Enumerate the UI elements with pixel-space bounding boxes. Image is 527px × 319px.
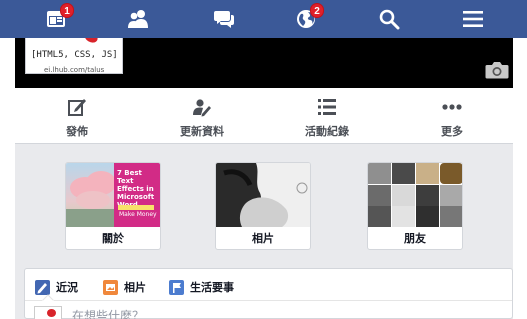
about-tile[interactable]: 7 Best Text Effects in Microsoft Word Ma… bbox=[65, 162, 161, 250]
book-cover-graphic: 7 Best Text Effects in Microsoft Word Ma… bbox=[114, 163, 160, 227]
composer-avatar bbox=[34, 306, 62, 319]
menu-button[interactable] bbox=[453, 3, 493, 35]
active-tab-caret bbox=[42, 294, 54, 301]
composer-divider bbox=[25, 300, 512, 301]
update-info-button[interactable]: 更新資料 bbox=[162, 88, 242, 144]
status-composer: 近況 相片 生活要事 在想些什麼？ bbox=[24, 268, 513, 319]
profile-page: [HTML5, CSS, JS] ei.lhub.com/talus 發佈 更新… bbox=[15, 38, 513, 319]
search-icon bbox=[379, 9, 400, 30]
book-note: Make Money bbox=[119, 211, 157, 218]
more-label: 更多 bbox=[441, 125, 463, 138]
activity-log-button[interactable]: 活動紀錄 bbox=[287, 88, 367, 144]
life-event-tab-label: 生活要事 bbox=[190, 281, 234, 294]
photo-tab-label: 相片 bbox=[124, 281, 146, 294]
profile-picture[interactable]: [HTML5, CSS, JS] ei.lhub.com/talus bbox=[25, 38, 123, 74]
photos-tile[interactable]: 相片 bbox=[215, 162, 311, 250]
profile-picture-graphic bbox=[82, 38, 100, 45]
flag-icon bbox=[169, 279, 184, 295]
publish-button[interactable]: 發佈 bbox=[37, 88, 117, 144]
friend-requests-button[interactable] bbox=[118, 3, 158, 35]
more-icon bbox=[442, 104, 462, 110]
messages-button[interactable] bbox=[204, 3, 244, 35]
news-feed-button[interactable]: 1 bbox=[36, 3, 76, 35]
photos-thumbnail bbox=[216, 163, 310, 227]
camera-icon[interactable] bbox=[485, 61, 509, 79]
photos-label: 相片 bbox=[252, 232, 274, 245]
about-thumbnail: 7 Best Text Effects in Microsoft Word Ma… bbox=[66, 163, 160, 227]
menu-icon bbox=[463, 11, 483, 27]
pencil-icon bbox=[35, 279, 50, 295]
friends-label: 朋友 bbox=[404, 232, 426, 245]
life-event-tab[interactable]: 生活要事 bbox=[169, 278, 234, 296]
photo-icon bbox=[103, 279, 118, 295]
top-navigation-bar: 1 2 bbox=[0, 0, 527, 38]
messages-icon bbox=[214, 11, 234, 28]
photo-tab[interactable]: 相片 bbox=[103, 278, 146, 296]
search-button[interactable] bbox=[369, 3, 409, 35]
book-title: 7 Best Text Effects in Microsoft Word bbox=[117, 169, 155, 209]
update-info-label: 更新資料 bbox=[180, 125, 224, 138]
update-info-icon bbox=[193, 99, 211, 117]
about-label: 關於 bbox=[102, 232, 124, 245]
news-feed-badge: 1 bbox=[60, 3, 74, 18]
activity-log-label: 活動紀錄 bbox=[305, 125, 349, 138]
notifications-badge: 2 bbox=[310, 3, 324, 18]
friends-icon bbox=[128, 10, 148, 28]
profile-action-bar: 發佈 更新資料 活動紀錄 更多 bbox=[15, 88, 513, 144]
profile-picture-subtext: ei.lhub.com/talus bbox=[44, 66, 105, 74]
friends-tile[interactable]: 朋友 bbox=[367, 162, 463, 250]
activity-log-icon bbox=[318, 99, 336, 115]
composer-input[interactable]: 在想些什麼？ bbox=[72, 307, 144, 319]
friends-thumbnail bbox=[368, 163, 462, 227]
profile-picture-text: [HTML5, CSS, JS] bbox=[31, 50, 118, 60]
status-tab-label: 近況 bbox=[56, 281, 78, 294]
cover-photo[interactable]: [HTML5, CSS, JS] ei.lhub.com/talus bbox=[15, 38, 513, 88]
notifications-button[interactable]: 2 bbox=[286, 3, 326, 35]
more-button[interactable]: 更多 bbox=[412, 88, 492, 144]
edit-icon bbox=[68, 99, 86, 116]
publish-label: 發佈 bbox=[66, 125, 88, 138]
